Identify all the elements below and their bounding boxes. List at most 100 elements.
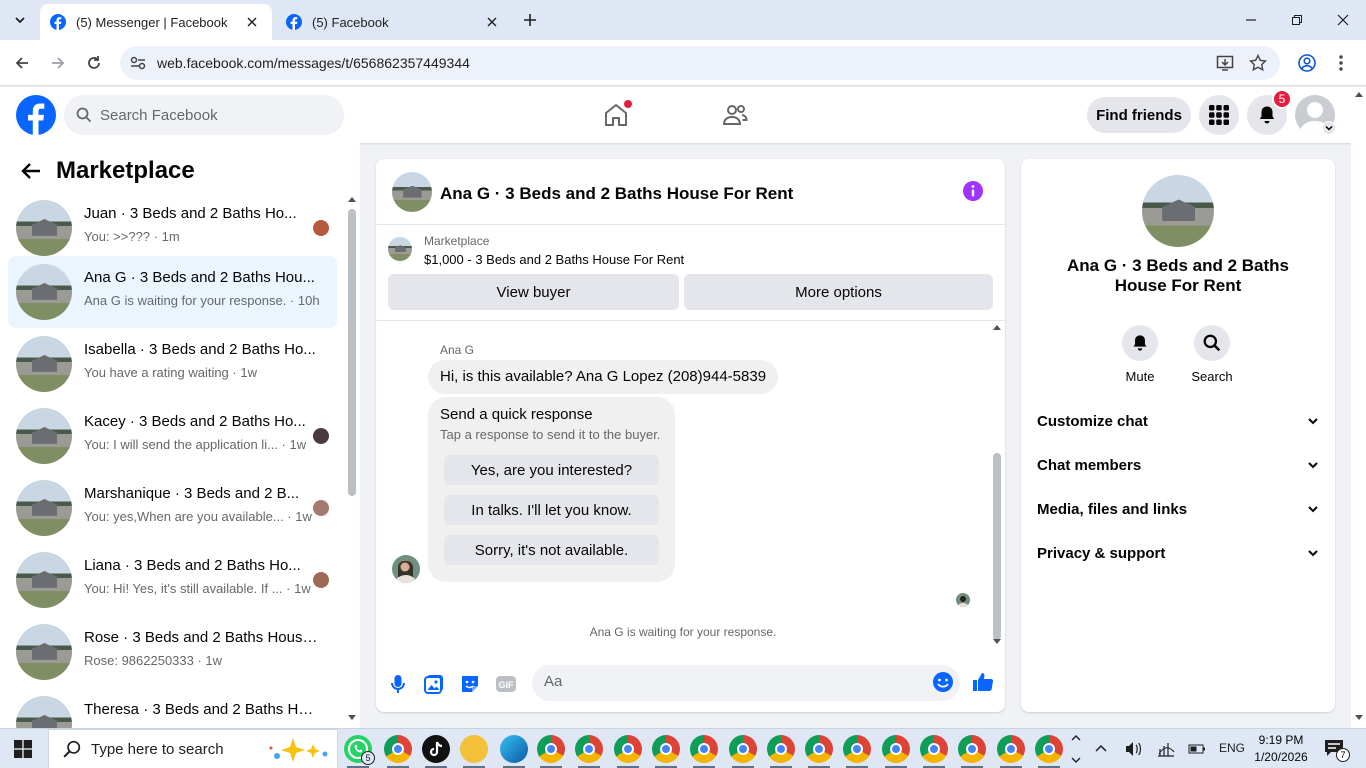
scroll-down-icon[interactable] [1355,715,1363,721]
privacy-support-row[interactable]: Privacy & support [1037,535,1319,571]
menu-button[interactable] [1199,95,1239,135]
info-icon[interactable] [962,180,984,202]
sticker-icon[interactable] [458,672,482,696]
conversation-item[interactable]: Liana · 3 Beds and 2 Baths Ho... You: Hi!… [8,544,337,616]
taskbar-search[interactable]: Type here to search [48,729,338,768]
new-tab-button[interactable] [518,8,542,32]
sender-avatar[interactable] [392,555,420,583]
tab-search-button[interactable] [8,8,32,32]
volume-icon[interactable] [1124,740,1142,758]
reload-icon [88,56,100,69]
chat-scrollbar[interactable] [989,321,1005,651]
thumbs-up-icon[interactable] [971,670,995,694]
sidebar-scroll-thumb[interactable] [348,209,356,496]
message-input[interactable] [544,673,914,690]
scroll-up-icon[interactable] [348,196,356,202]
quick-response-option[interactable]: Sorry, it's not available. [444,535,659,565]
microphone-icon[interactable] [386,672,410,696]
profile-icon[interactable] [1298,54,1316,72]
back-button[interactable] [10,51,34,75]
chrome-profile-icon[interactable] [881,735,910,763]
search-action[interactable]: Search [1182,325,1242,384]
tiktok-icon[interactable] [422,735,450,763]
back-arrow-icon[interactable] [20,160,42,182]
chrome-profile-icon[interactable] [575,735,604,763]
message-input-wrap[interactable] [532,665,960,701]
bookmark-star-icon[interactable] [1249,54,1267,72]
chrome-profile-icon[interactable] [1034,735,1063,763]
view-buyer-button[interactable]: View buyer [388,274,679,310]
chrome-icon[interactable] [384,735,412,763]
photo-icon[interactable] [422,672,446,696]
show-hidden-icons-icon[interactable] [1094,743,1108,753]
quick-response-option[interactable]: In talks. I'll let you know. [444,495,659,525]
site-settings-icon[interactable] [128,53,148,73]
facebook-search[interactable] [64,95,344,135]
chat-header[interactable]: Ana G · 3 Beds and 2 Baths House For Ren… [376,159,1005,225]
gif-icon[interactable]: GIF [494,672,518,696]
battery-icon[interactable] [1188,742,1206,756]
more-vertical-icon[interactable] [1338,54,1344,72]
chrome-profile-icon[interactable] [958,735,987,763]
conversation-item[interactable]: Rose · 3 Beds and 2 Baths House... Rose: … [8,616,337,688]
message-bubble[interactable]: Hi, is this available? Ana G Lopez (208)… [428,360,779,394]
chrome-profile-icon[interactable] [651,735,680,763]
conversation-item[interactable]: Isabella · 3 Beds and 2 Baths Ho... You h… [8,328,337,400]
tray-scroll-icon[interactable] [1070,732,1082,766]
chat-scroll-thumb[interactable] [993,453,1001,640]
chrome-profile-icon[interactable] [843,735,872,763]
chrome-profile-icon[interactable] [613,735,642,763]
chrome-profile-icon[interactable] [728,735,757,763]
facebook-logo-icon[interactable] [16,95,56,135]
conversation-avatar[interactable] [1142,175,1214,247]
chrome-profile-icon[interactable] [805,735,834,763]
conversation-item[interactable]: Ana G · 3 Beds and 2 Baths Hou... Ana G i… [8,256,337,328]
language-indicator[interactable]: ENG [1219,741,1245,755]
reload-button[interactable] [82,51,106,75]
chrome-profile-icon[interactable] [920,735,948,763]
conversation-item[interactable]: Juan · 3 Beds and 2 Baths Ho... You: >>??… [8,192,337,264]
tab-messenger[interactable]: (5) Messenger | Facebook [40,4,272,40]
find-friends-button[interactable]: Find friends [1087,97,1191,133]
media-files-row[interactable]: Media, files and links [1037,491,1319,527]
omnibox[interactable]: web.facebook.com/messages/t/656862357449… [120,46,1280,80]
close-tab-icon[interactable] [482,12,502,32]
conversation-item[interactable]: Marshanique · 3 Beds and 2 B... You: yes,… [8,472,337,544]
listing-title[interactable]: $1,000 - 3 Beds and 2 Baths House For Re… [424,252,684,267]
sidebar-scrollbar[interactable] [344,195,360,728]
whatsapp-icon[interactable]: 5 [344,735,375,765]
page-scrollbar[interactable] [1351,87,1366,728]
quick-response-option[interactable]: Yes, are you interested? [444,455,659,485]
more-options-button[interactable]: More options [684,274,993,310]
windows-start-icon[interactable] [14,740,32,758]
tab-facebook[interactable]: (5) Facebook [276,4,512,40]
forward-button[interactable] [46,51,70,75]
scroll-down-icon[interactable] [348,715,356,721]
file-explorer-icon[interactable] [460,735,488,763]
friends-nav-button[interactable] [715,95,755,135]
facebook-search-input[interactable] [100,106,320,124]
customize-chat-row[interactable]: Customize chat [1037,403,1319,439]
minimize-button[interactable] [1228,0,1274,40]
chrome-profile-icon[interactable] [766,735,795,763]
emoji-icon[interactable] [932,671,954,693]
restore-button[interactable] [1274,0,1320,40]
account-chevron[interactable] [1322,121,1336,135]
taskbar-clock[interactable]: 9:19 PM 1/20/2026 [1250,732,1312,766]
chrome-profile-icon[interactable] [690,735,719,763]
chrome-profile-icon[interactable] [996,735,1025,763]
network-icon[interactable] [1157,740,1175,758]
notification-center-button[interactable]: 7 [1324,739,1350,762]
conversation-item[interactable]: Kacey · 3 Beds and 2 Baths Ho... You: I w… [8,400,337,472]
scroll-down-icon[interactable] [993,639,1001,645]
chrome-profile-icon[interactable] [537,735,565,763]
close-window-button[interactable] [1320,0,1366,40]
edge-icon[interactable] [500,735,528,763]
scroll-up-icon[interactable] [993,324,1001,330]
install-app-icon[interactable] [1216,54,1234,72]
scroll-up-icon[interactable] [1355,91,1363,97]
close-tab-icon[interactable] [242,12,262,32]
chat-members-row[interactable]: Chat members [1037,447,1319,483]
home-nav-button[interactable] [596,95,636,135]
mute-action[interactable]: Mute [1110,325,1170,384]
